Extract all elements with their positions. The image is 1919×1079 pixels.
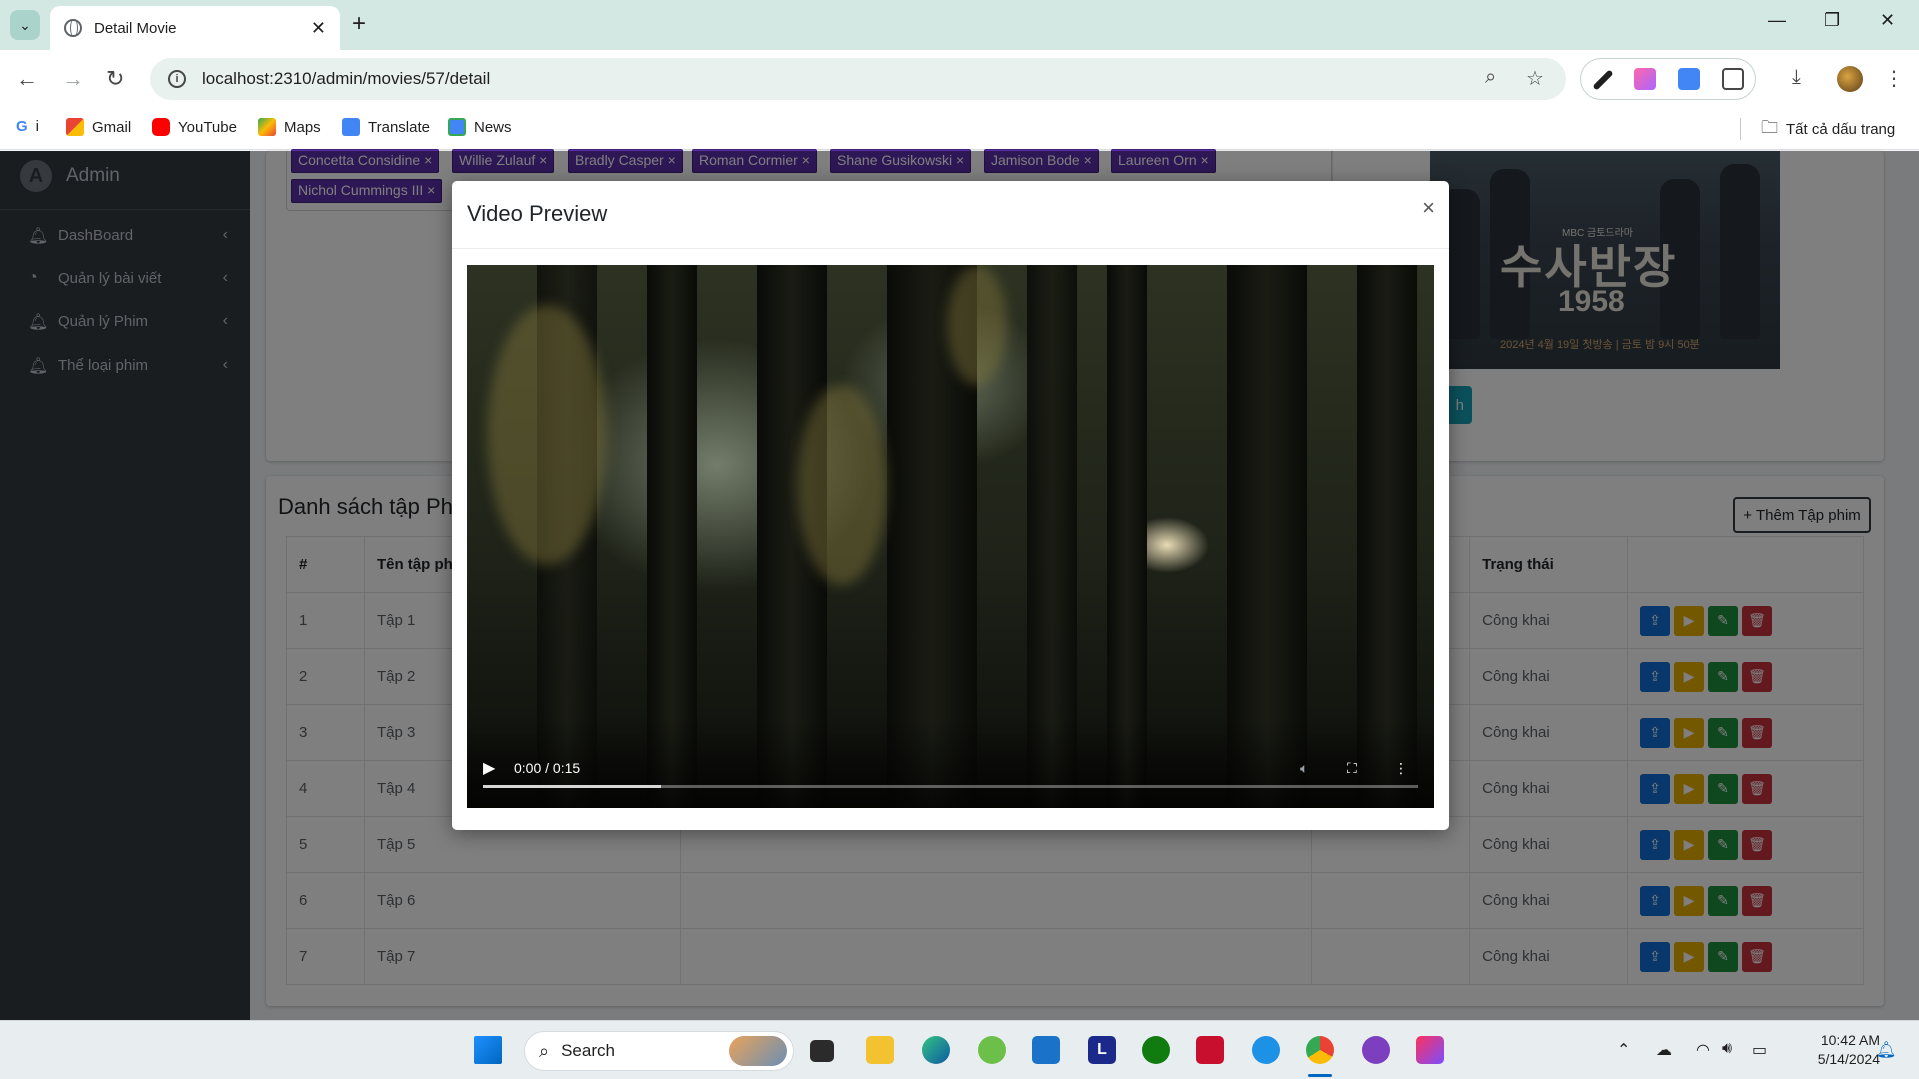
extensions-puzzle-icon[interactable] xyxy=(1722,68,1744,90)
back-arrow-icon[interactable]: ← xyxy=(16,66,38,92)
bookmark-label: i xyxy=(35,118,40,135)
address-bar[interactable]: i localhost:2310/admin/movies/57/detail xyxy=(150,58,1566,100)
tab-search-dropdown-icon[interactable]: ⌄ xyxy=(10,10,40,40)
profile-avatar[interactable] xyxy=(1837,66,1863,92)
docker-icon[interactable] xyxy=(1252,1036,1280,1064)
xbox-icon[interactable] xyxy=(1142,1036,1170,1064)
video-foreground-blur xyxy=(797,385,887,585)
bookmark-maps[interactable]: Maps xyxy=(258,118,321,136)
search-highlight-art xyxy=(729,1036,787,1066)
bookmark-label: YouTube xyxy=(178,118,237,136)
address-url[interactable]: localhost:2310/admin/movies/57/detail xyxy=(202,69,490,89)
chrome-icon[interactable] xyxy=(1306,1036,1334,1064)
browser-tab-active[interactable]: Detail Movie ✕ xyxy=(50,6,340,50)
clock-date: 5/14/2024 xyxy=(1817,1051,1880,1067)
volume-icon[interactable]: 🔊︎ xyxy=(1722,1040,1732,1058)
edge-icon[interactable] xyxy=(922,1036,950,1064)
bookmark-label: Translate xyxy=(368,118,430,136)
maps-icon xyxy=(258,118,276,136)
bookmark-google[interactable]: G i xyxy=(16,118,39,135)
folder-icon: 🗀 xyxy=(1761,117,1778,137)
video-more-options-icon[interactable]: ⋮ xyxy=(1394,760,1408,777)
clock-time: 10:42 AM xyxy=(1820,1032,1880,1048)
taskbar-search[interactable]: ⌕ Search xyxy=(524,1031,794,1071)
bookmark-star-icon[interactable]: ☆ xyxy=(1526,66,1544,91)
news-icon xyxy=(448,118,466,136)
video-foreground-blur xyxy=(947,265,1007,385)
video-fullscreen-icon[interactable]: ⛶ xyxy=(1347,760,1357,777)
gmail-icon xyxy=(66,118,84,136)
bookmark-label: Maps xyxy=(284,118,321,136)
tab-title: Detail Movie xyxy=(94,19,177,37)
video-mute-icon[interactable]: 🔈︎ xyxy=(1300,760,1308,777)
microsoft-store-icon[interactable] xyxy=(1032,1036,1060,1064)
minimize-icon[interactable]: — xyxy=(1768,10,1786,31)
taskbar-search-label: Search xyxy=(561,1041,615,1060)
video-player[interactable]: ▶ 0:00 / 0:15 🔈︎ ⛶ ⋮ xyxy=(467,265,1434,808)
reload-icon[interactable]: ↻ xyxy=(106,66,124,92)
bookmark-translate[interactable]: Translate xyxy=(342,118,430,136)
task-view-icon[interactable] xyxy=(810,1040,834,1062)
translate-icon xyxy=(342,118,360,136)
youtube-icon xyxy=(152,118,170,136)
app-green-icon[interactable] xyxy=(978,1036,1006,1064)
windows-taskbar xyxy=(0,1020,1919,1079)
video-preview-modal: Video Preview × ▶ 0:00 / 0:15 🔈︎ ⛶ ⋮ xyxy=(452,181,1449,830)
forward-arrow-icon[interactable]: → xyxy=(62,66,84,92)
intellij-icon[interactable] xyxy=(1416,1036,1444,1064)
video-time: 0:00 / 0:15 xyxy=(514,760,581,776)
site-info-icon[interactable]: i xyxy=(168,70,186,88)
onedrive-cloud-icon[interactable]: ☁ xyxy=(1656,1040,1672,1060)
notification-bell-icon[interactable]: 🔔︎ xyxy=(1876,1040,1896,1060)
zoom-magnifier-icon[interactable]: ⌕ xyxy=(1485,66,1496,89)
google-translate-extension-icon[interactable] xyxy=(1678,68,1700,90)
all-bookmarks-label: Tất cả dấu trang xyxy=(1786,120,1896,138)
restore-icon[interactable]: ❐ xyxy=(1824,10,1840,31)
windows-start-icon[interactable] xyxy=(474,1036,502,1064)
bookmark-label: Gmail xyxy=(92,118,132,136)
video-foreground-blur xyxy=(487,305,607,565)
taskbar-clock[interactable]: 10:42 AM 5/14/2024 xyxy=(1796,1031,1880,1069)
bookmark-label: News xyxy=(474,118,512,136)
bookmark-youtube[interactable]: YouTube xyxy=(152,118,237,136)
wifi-icon[interactable]: ◠ xyxy=(1696,1040,1710,1060)
download-icon[interactable]: ⤓ xyxy=(1792,66,1801,89)
app-l-icon[interactable]: L xyxy=(1088,1036,1116,1064)
video-play-icon[interactable]: ▶ xyxy=(483,758,495,778)
tab-close-icon[interactable]: ✕ xyxy=(311,18,326,39)
video-controls-gradient xyxy=(467,718,1434,808)
new-tab-plus-icon[interactable]: + xyxy=(352,10,366,38)
google-g-icon: G xyxy=(16,118,28,135)
browser-menu-icon[interactable]: ⋮ xyxy=(1884,66,1904,91)
bookmark-gmail[interactable]: Gmail xyxy=(66,118,131,136)
video-buffered-bar xyxy=(483,785,661,788)
bookmark-news[interactable]: News xyxy=(448,118,512,136)
github-desktop-icon[interactable] xyxy=(1362,1036,1390,1064)
mcafee-icon[interactable] xyxy=(1196,1036,1224,1064)
modal-title: Video Preview xyxy=(467,201,608,226)
tray-chevron-up-icon[interactable]: ⌃ xyxy=(1617,1040,1630,1060)
all-bookmarks[interactable]: 🗀 Tất cả dấu trang xyxy=(1740,118,1895,140)
modal-header: Video Preview × xyxy=(452,181,1449,249)
search-icon: ⌕ xyxy=(539,1040,550,1061)
battery-icon[interactable]: ▭ xyxy=(1752,1040,1767,1060)
modal-close-button[interactable]: × xyxy=(1422,195,1435,221)
gradient-extension-icon[interactable] xyxy=(1634,68,1656,90)
active-app-indicator xyxy=(1308,1074,1332,1077)
window-close-icon[interactable]: ✕ xyxy=(1880,10,1895,31)
globe-icon xyxy=(64,19,82,37)
video-progress-track[interactable] xyxy=(483,785,1418,788)
file-explorer-icon[interactable] xyxy=(866,1036,894,1064)
